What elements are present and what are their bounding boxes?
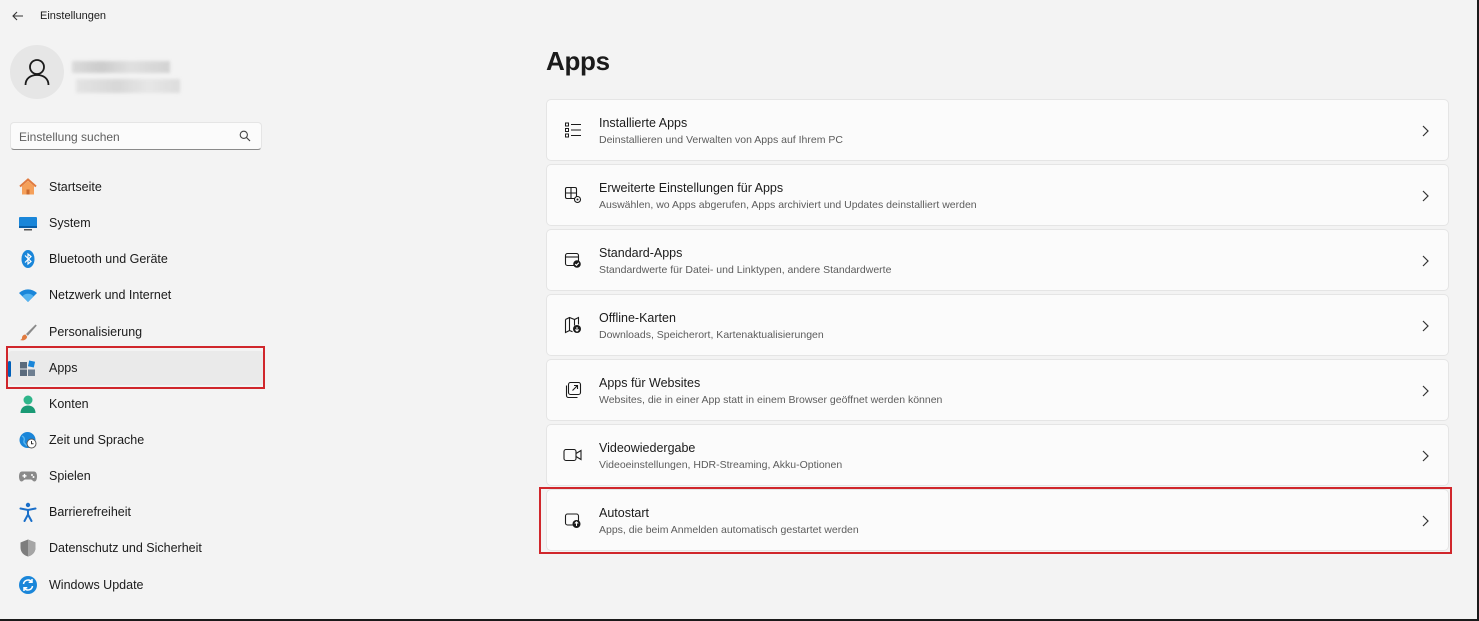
card-erweiterte-einstellungen[interactable]: Erweiterte Einstellungen für Apps Auswäh…	[546, 164, 1449, 226]
gamepad-icon	[18, 466, 38, 486]
card-apps-fuer-websites[interactable]: Apps für Websites Websites, die in einer…	[546, 359, 1449, 421]
apps-settings-list: Installierte Apps Deinstallieren und Ver…	[546, 99, 1449, 554]
annotation-highlight-apps	[6, 346, 265, 389]
sidebar-item-label: Netzwerk und Internet	[49, 288, 172, 303]
card-title: Erweiterte Einstellungen für Apps	[599, 181, 784, 195]
wifi-icon	[18, 285, 38, 305]
bluetooth-icon	[18, 249, 38, 269]
search-icon[interactable]	[239, 130, 251, 142]
sidebar-item-netzwerk[interactable]: Netzwerk und Internet	[8, 278, 264, 312]
system-icon	[18, 213, 38, 233]
avatar	[10, 45, 64, 99]
sidebar-item-label: Windows Update	[49, 577, 144, 592]
sidebar-item-datenschutz[interactable]: Datenschutz und Sicherheit	[8, 531, 264, 565]
page-title: Apps	[546, 46, 610, 76]
back-button[interactable]	[8, 6, 28, 26]
chevron-right-icon	[1422, 190, 1429, 202]
chevron-right-icon	[1422, 385, 1429, 397]
card-subtitle: Websites, die in einer App statt in eine…	[599, 394, 943, 406]
sidebar-item-label: Zeit und Sprache	[49, 432, 145, 447]
sidebar-item-label: Barrierefreiheit	[49, 505, 131, 520]
sidebar-item-system[interactable]: System	[8, 206, 264, 240]
update-icon	[18, 575, 38, 595]
sidebar-item-konten[interactable]: Konten	[8, 387, 264, 421]
sidebar-item-startseite[interactable]: Startseite	[8, 170, 264, 204]
title-bar: Einstellungen	[0, 0, 1479, 32]
user-profile[interactable]	[10, 45, 270, 101]
user-name-redacted	[72, 61, 170, 73]
chevron-right-icon	[1422, 450, 1429, 462]
apps-settings-icon	[563, 185, 583, 205]
settings-search[interactable]	[10, 122, 262, 150]
sidebar-item-label: Bluetooth und Geräte	[49, 252, 168, 267]
arrow-left-icon	[12, 11, 23, 21]
default-apps-icon	[563, 250, 583, 270]
list-icon	[563, 120, 583, 140]
open-external-icon	[563, 380, 583, 400]
chevron-right-icon	[1422, 125, 1429, 137]
sidebar-item-spielen[interactable]: Spielen	[8, 459, 264, 493]
chevron-right-icon	[1422, 320, 1429, 332]
account-icon	[18, 394, 38, 414]
sidebar-item-zeit[interactable]: Zeit und Sprache	[8, 423, 264, 457]
search-input[interactable]	[19, 127, 229, 146]
card-title: Offline-Karten	[599, 311, 676, 325]
chevron-right-icon	[1422, 255, 1429, 267]
card-installierte-apps[interactable]: Installierte Apps Deinstallieren und Ver…	[546, 99, 1449, 161]
accessibility-icon	[18, 502, 38, 523]
sidebar-item-label: Konten	[49, 396, 89, 411]
card-subtitle: Auswählen, wo Apps abgerufen, Apps archi…	[599, 199, 977, 211]
video-icon	[563, 445, 583, 465]
sidebar-item-label: Datenschutz und Sicherheit	[49, 541, 202, 556]
user-email-redacted	[76, 79, 180, 93]
card-title: Installierte Apps	[599, 116, 688, 130]
home-icon	[18, 177, 38, 197]
card-title: Videowiedergabe	[599, 441, 696, 455]
card-title: Standard-Apps	[599, 246, 683, 260]
card-offline-karten[interactable]: Offline-Karten Downloads, Speicherort, K…	[546, 294, 1449, 356]
clock-globe-icon	[18, 430, 38, 450]
sidebar-item-label: Personalisierung	[49, 324, 143, 339]
sidebar-item-label: Startseite	[49, 180, 102, 194]
sidebar-item-bluetooth[interactable]: Bluetooth und Geräte	[8, 242, 264, 276]
sidebar-item-personalisierung[interactable]: Personalisierung	[8, 315, 264, 349]
card-title: Apps für Websites	[599, 376, 701, 390]
card-standard-apps[interactable]: Standard-Apps Standardwerte für Datei- u…	[546, 229, 1449, 291]
card-subtitle: Videoeinstellungen, HDR-Streaming, Akku-…	[599, 459, 843, 471]
window-title: Einstellungen	[40, 10, 107, 22]
card-subtitle: Standardwerte für Datei- und Linktypen, …	[599, 264, 892, 276]
sidebar-item-label: Spielen	[49, 469, 91, 484]
sidebar-item-windows-update[interactable]: Windows Update	[8, 568, 264, 602]
card-subtitle: Deinstallieren und Verwalten von Apps au…	[599, 134, 843, 146]
card-videowiedergabe[interactable]: Videowiedergabe Videoeinstellungen, HDR-…	[546, 424, 1449, 486]
sidebar-item-barrierefreiheit[interactable]: Barrierefreiheit	[8, 495, 264, 529]
person-icon	[24, 59, 50, 86]
annotation-highlight-autostart	[539, 487, 1452, 554]
brush-icon	[18, 322, 38, 342]
map-download-icon	[563, 315, 583, 335]
sidebar-item-label: System	[49, 216, 91, 231]
shield-icon	[18, 538, 38, 558]
card-subtitle: Downloads, Speicherort, Kartenaktualisie…	[599, 329, 824, 341]
